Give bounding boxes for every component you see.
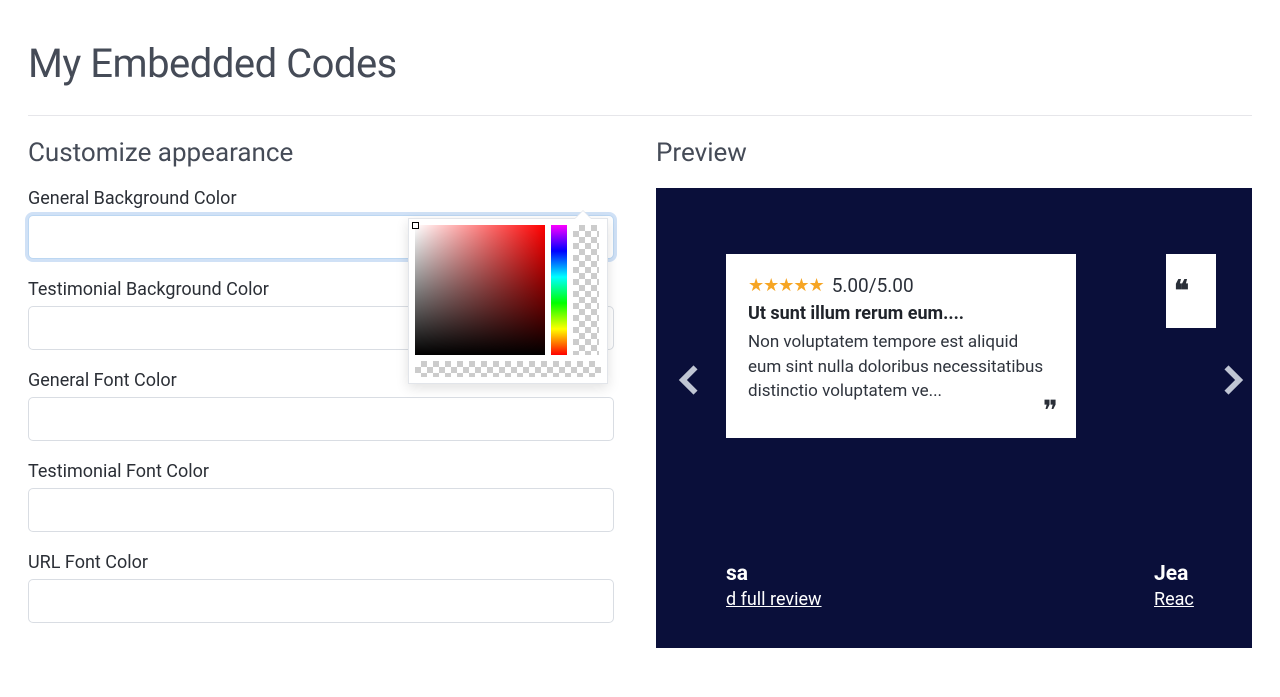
testimonial-card: ★★★★★ 5.00/5.00 Ut sunt illum rerum eum.…: [726, 254, 1076, 438]
label-testimonial-font: Testimonial Font Color: [28, 461, 614, 482]
preview-stage: ★★★★★ 5.00/5.00 Ut sunt illum rerum eum.…: [656, 188, 1252, 648]
hue-slider[interactable]: [551, 225, 567, 355]
read-full-review-link[interactable]: Reac: [1154, 589, 1194, 610]
customize-heading: Customize appearance: [28, 138, 614, 168]
columns-container: Customize appearance General Background …: [28, 138, 1252, 648]
read-full-review-link[interactable]: d full review: [726, 589, 822, 610]
testimonial-caption-right: Jea Reac: [1154, 560, 1194, 610]
preview-panel: Preview ★★★★★ 5.00/5.00 Ut sunt illum re…: [656, 138, 1252, 648]
saturation-handle-icon[interactable]: [412, 222, 419, 229]
saturation-square[interactable]: [415, 225, 545, 355]
open-quote-icon: ❝: [1174, 276, 1189, 307]
field-testimonial-font: Testimonial Font Color: [28, 461, 614, 532]
chevron-right-icon: [1212, 387, 1252, 406]
alpha-slider[interactable]: [573, 225, 599, 355]
close-quote-icon: ❞: [1043, 394, 1058, 428]
testimonial-card-next-peek: ❝: [1166, 254, 1216, 328]
popover-arrow-icon: [575, 211, 591, 219]
author-name-fragment: sa: [726, 560, 822, 589]
chevron-left-icon: [666, 387, 710, 406]
label-general-bg: General Background Color: [28, 188, 614, 209]
label-url-font: URL Font Color: [28, 552, 614, 573]
testimonial-caption-left: sa d full review: [726, 560, 822, 610]
carousel-prev-button[interactable]: [666, 358, 710, 402]
author-name-fragment: Jea: [1154, 560, 1194, 589]
preview-heading: Preview: [656, 138, 1252, 168]
review-title: Ut sunt illum rerum eum....: [748, 303, 1054, 324]
review-body: Non voluptatem tempore est aliquid eum s…: [748, 330, 1054, 404]
rating-row: ★★★★★ 5.00/5.00: [748, 274, 1054, 297]
customize-panel: Customize appearance General Background …: [28, 138, 614, 643]
rating-text: 5.00/5.00: [832, 274, 914, 297]
input-testimonial-font[interactable]: [28, 488, 614, 532]
field-url-font: URL Font Color: [28, 552, 614, 623]
input-url-font[interactable]: [28, 579, 614, 623]
input-general-font[interactable]: [28, 397, 614, 441]
color-picker-popover: [408, 218, 608, 384]
current-color-swatch: [415, 361, 601, 377]
star-icon: ★★★★★: [748, 275, 824, 296]
page-title: My Embedded Codes: [28, 40, 1252, 87]
color-picker-body: [415, 225, 601, 355]
divider: [28, 115, 1252, 116]
carousel-next-button[interactable]: [1212, 358, 1252, 402]
